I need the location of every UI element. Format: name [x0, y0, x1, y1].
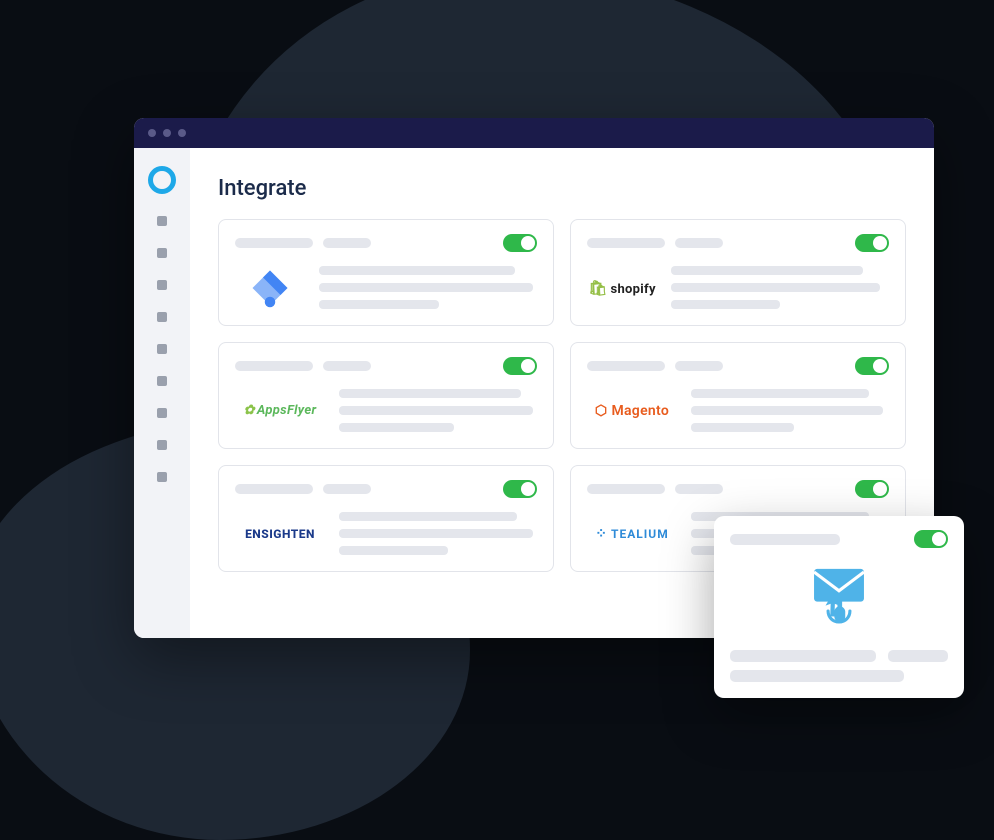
placeholder-text: [587, 361, 723, 371]
tealium-logo-icon: ⁘TEALIUM: [587, 526, 677, 542]
magento-logo-icon: ⬡Magento: [587, 403, 677, 419]
placeholder-text: [730, 650, 948, 682]
placeholder-text: [319, 266, 537, 309]
placeholder-text: [587, 484, 723, 494]
toggle-switch[interactable]: [503, 357, 537, 375]
placeholder-text: [339, 512, 537, 555]
placeholder-text: [235, 484, 371, 494]
app-window: Integrate: [134, 118, 934, 638]
integration-card-shopify[interactable]: 🛍shopify: [570, 219, 906, 326]
page-title: Integrate: [218, 176, 906, 201]
sidebar-item[interactable]: [157, 216, 167, 226]
window-control-maximize[interactable]: [178, 129, 186, 137]
appsflyer-logo-icon: ✿AppsFlyer: [235, 403, 325, 418]
toggle-switch[interactable]: [914, 530, 948, 548]
window-control-minimize[interactable]: [163, 129, 171, 137]
integration-card-google-tag-manager[interactable]: [218, 219, 554, 326]
sidebar-item[interactable]: [157, 376, 167, 386]
placeholder-text: [235, 361, 371, 371]
placeholder-text: [691, 389, 889, 432]
sidebar: [134, 148, 190, 638]
placeholder-text: [235, 238, 371, 248]
toggle-switch[interactable]: [503, 234, 537, 252]
sidebar-item[interactable]: [157, 408, 167, 418]
toggle-switch[interactable]: [503, 480, 537, 498]
sidebar-item[interactable]: [157, 280, 167, 290]
shopify-logo-icon: 🛍shopify: [587, 279, 657, 297]
brand-logo-icon[interactable]: [148, 166, 176, 194]
placeholder-text: [339, 389, 537, 432]
google-tag-manager-logo-icon: [235, 267, 305, 309]
sidebar-item[interactable]: [157, 472, 167, 482]
integration-popup-card[interactable]: [714, 516, 964, 698]
toggle-switch[interactable]: [855, 357, 889, 375]
sidebar-item[interactable]: [157, 440, 167, 450]
ensighten-logo-icon: ENSIGHTEN: [235, 527, 325, 541]
placeholder-text: [671, 266, 889, 309]
placeholder-text: [587, 238, 723, 248]
integration-card-ensighten[interactable]: ENSIGHTEN: [218, 465, 554, 572]
sidebar-item[interactable]: [157, 312, 167, 322]
email-click-icon: [730, 558, 948, 636]
sidebar-item[interactable]: [157, 248, 167, 258]
toggle-switch[interactable]: [855, 234, 889, 252]
placeholder-text: [730, 534, 840, 545]
window-titlebar: [134, 118, 934, 148]
sidebar-item[interactable]: [157, 344, 167, 354]
integration-card-magento[interactable]: ⬡Magento: [570, 342, 906, 449]
integration-card-appsflyer[interactable]: ✿AppsFlyer: [218, 342, 554, 449]
window-control-close[interactable]: [148, 129, 156, 137]
toggle-switch[interactable]: [855, 480, 889, 498]
